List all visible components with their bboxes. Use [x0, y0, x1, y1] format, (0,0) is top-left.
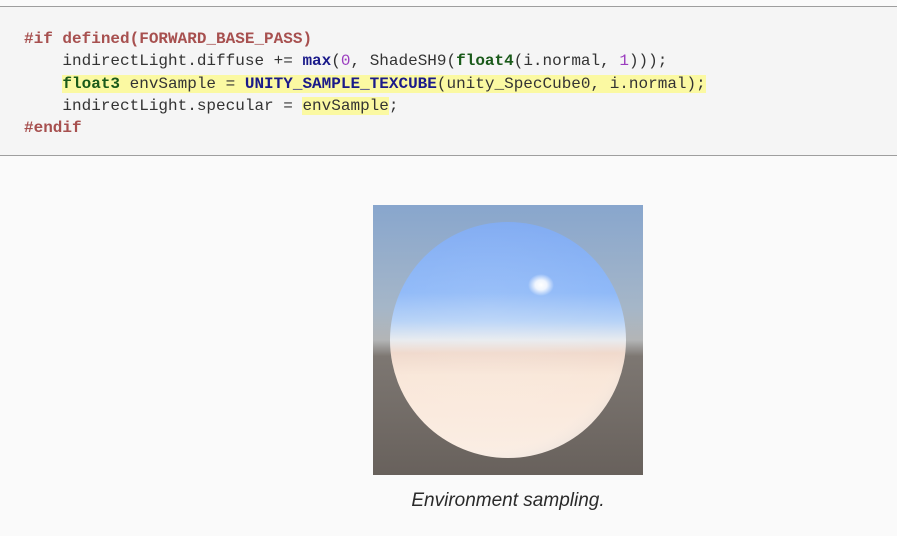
type-float3: float3	[62, 74, 121, 93]
macro-sample-texcube: UNITY_SAMPLE_TEXCUBE	[244, 74, 437, 93]
code-token: indirectLight.diffuse +=	[62, 52, 303, 71]
sphere-shading	[390, 222, 626, 458]
highlighted-token: envSample	[302, 96, 389, 115]
environment-sphere-figure	[373, 205, 643, 475]
code-line-5: #endif	[24, 117, 897, 139]
code-block: #if defined(FORWARD_BASE_PASS) indirectL…	[0, 6, 897, 156]
code-token: (unity_SpecCube0, i.normal);	[436, 74, 706, 93]
code-token: (i.normal,	[513, 52, 620, 71]
keyword-max: max	[302, 52, 332, 71]
code-line-3: float3 envSample = UNITY_SAMPLE_TEXCUBE(…	[24, 73, 897, 95]
code-token: (	[331, 52, 341, 71]
sphere-render	[373, 205, 643, 475]
code-token: envSample =	[120, 74, 245, 93]
type-float4: float4	[456, 52, 514, 71]
number-literal: 1	[619, 52, 629, 71]
code-token: , ShadeSH9(	[350, 52, 457, 71]
preprocessor-endif: #endif	[24, 119, 82, 138]
code-line-2: indirectLight.diffuse += max(0, ShadeSH9…	[24, 50, 897, 72]
sun-reflection-icon	[528, 274, 554, 296]
code-token: )));	[628, 52, 668, 71]
figure-caption: Environment sampling.	[411, 490, 605, 511]
code-line-1: #if defined(FORWARD_BASE_PASS)	[24, 28, 897, 50]
code-token: ;	[388, 96, 399, 115]
code-token: indirectLight.specular =	[62, 96, 303, 115]
preprocessor-if: #if defined(FORWARD_BASE_PASS)	[24, 30, 313, 48]
code-line-4: indirectLight.specular = envSample;	[24, 95, 897, 117]
highlighted-line: float3 envSample = UNITY_SAMPLE_TEXCUBE(…	[62, 74, 706, 93]
